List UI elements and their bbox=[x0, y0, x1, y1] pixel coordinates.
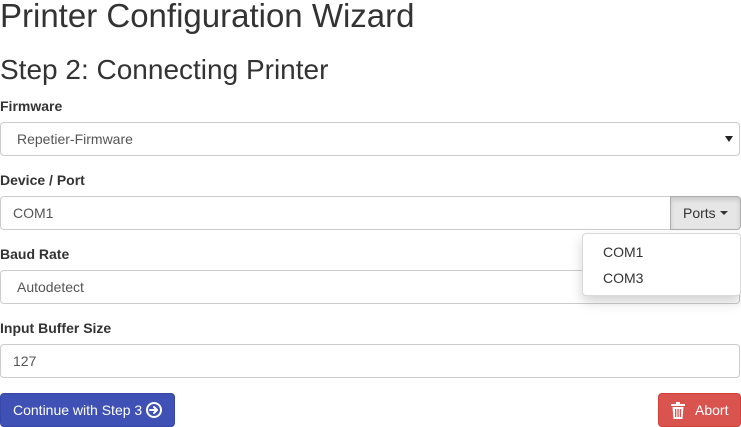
device-port-value: COM1 bbox=[13, 205, 54, 221]
input-buffer-label: Input Buffer Size bbox=[0, 320, 112, 336]
input-buffer-field[interactable]: 127 bbox=[0, 344, 740, 378]
baud-rate-label: Baud Rate bbox=[0, 246, 70, 262]
input-buffer-value: 127 bbox=[13, 353, 37, 369]
ports-button-label: Ports bbox=[683, 205, 716, 221]
ports-dropdown-button[interactable]: Ports bbox=[670, 196, 741, 230]
abort-button[interactable]: Abort bbox=[658, 393, 741, 427]
firmware-selected-value: Repetier-Firmware bbox=[17, 131, 133, 147]
firmware-select[interactable]: Repetier-Firmware bbox=[0, 122, 740, 156]
dropdown-item-com1[interactable]: COM1 bbox=[583, 239, 740, 265]
wizard-page: Printer Configuration Wizard Step 2: Con… bbox=[0, 0, 741, 427]
firmware-label: Firmware bbox=[0, 98, 63, 114]
trash-icon bbox=[671, 402, 685, 419]
caret-down-icon bbox=[720, 211, 728, 215]
device-port-label: Device / Port bbox=[0, 172, 85, 188]
dropdown-item-com3[interactable]: COM3 bbox=[583, 265, 740, 291]
continue-button[interactable]: Continue with Step 3 bbox=[0, 393, 175, 427]
page-title: Printer Configuration Wizard bbox=[0, 0, 415, 34]
ports-dropdown-menu: COM1 COM3 bbox=[582, 233, 741, 296]
step-title: Step 2: Connecting Printer bbox=[0, 54, 329, 85]
chevron-down-icon bbox=[725, 136, 733, 142]
abort-button-label: Abort bbox=[695, 402, 729, 418]
baud-rate-selected-value: Autodetect bbox=[17, 279, 84, 295]
device-port-input[interactable]: COM1 bbox=[0, 196, 671, 230]
arrow-circle-right-icon bbox=[146, 402, 162, 418]
continue-button-label: Continue with Step 3 bbox=[13, 402, 143, 418]
